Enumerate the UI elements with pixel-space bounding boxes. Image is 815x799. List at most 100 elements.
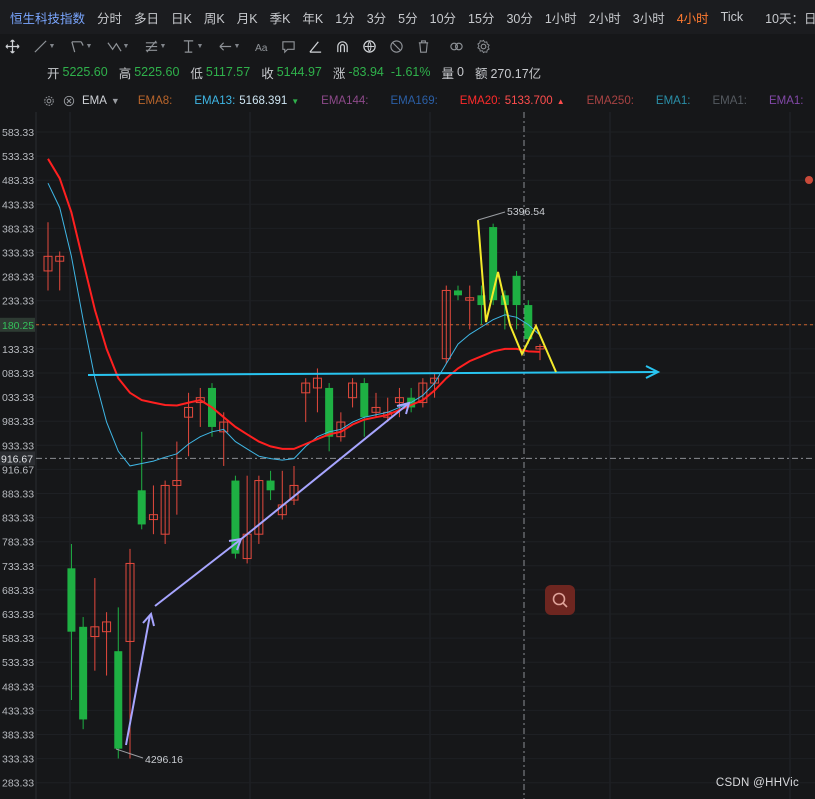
hide-icon[interactable] (384, 34, 408, 58)
change-value: -83.94 (348, 65, 384, 79)
change-pct-value: -1.61% (390, 65, 431, 79)
legend-item[interactable]: EMA1: (712, 95, 747, 107)
indicator-legend: EMA ▼ EMA8: EMA13: 5168.391 ▼ EMA144: EMA169:… (42, 93, 815, 109)
zigzag-icon[interactable]: ▼ (101, 34, 135, 58)
timeframe-tab-10[interactable]: 10分 (430, 8, 456, 27)
y-tick-label: 283.33 (2, 778, 34, 790)
candle-body (67, 568, 76, 632)
vertical-line-icon[interactable]: ▼ (175, 34, 209, 58)
legend-item[interactable]: EMA1: (656, 95, 691, 107)
zoom-search-button[interactable] (545, 585, 575, 615)
y-tick-label: 083.33 (2, 368, 34, 380)
chevron-down-icon[interactable]: ▼ (111, 96, 120, 106)
y-tick-label: 933.33 (2, 440, 34, 452)
legend-item[interactable]: EMA144: (321, 95, 368, 107)
legend-item[interactable]: EMA250: (587, 95, 634, 107)
amount-label: 额 (474, 66, 488, 81)
fib-icon[interactable]: ▼ (138, 34, 172, 58)
candle-body (325, 387, 334, 437)
low-label: 低 (190, 66, 203, 81)
timeframe-tab-13[interactable]: 1小时 (545, 8, 577, 27)
y-tick-label: 633.33 (2, 609, 34, 621)
open-value: 5225.60 (62, 65, 108, 79)
timeframe-tab-9[interactable]: 5分 (398, 8, 417, 27)
comment-icon[interactable] (276, 34, 300, 58)
y-tick-label: 483.33 (2, 175, 34, 187)
volume-value: 0 (456, 65, 464, 79)
legend-item[interactable]: EMA20: 5133.700 ▲ (460, 95, 565, 107)
settings-icon[interactable] (471, 34, 495, 58)
trash-icon[interactable] (411, 34, 435, 58)
y-tick-label: 233.33 (2, 296, 34, 308)
trend-up-icon: ▲ (556, 97, 565, 106)
timeframe-tab-17[interactable]: Tick (721, 10, 743, 24)
timeframe-tab-8[interactable]: 3分 (367, 8, 386, 27)
y-tick-label: 533.33 (2, 151, 34, 163)
y-tick-label: 533.33 (2, 657, 34, 669)
y-tick-label: 283.33 (2, 272, 34, 284)
candlestick-chart[interactable]: 583.33 533.33 483.33 433.33 383.33 333.33 283.… (0, 112, 815, 799)
candle-body (114, 651, 123, 749)
timeframe-tab-6[interactable]: 年K (302, 8, 323, 27)
high-label: 高 (118, 66, 132, 81)
arrow-icon[interactable]: ▼ (212, 34, 246, 58)
timeframe-tab-4[interactable]: 月K (237, 8, 258, 27)
y-tick-label: 433.33 (2, 199, 34, 211)
ruler-icon[interactable] (303, 34, 327, 58)
layers-icon[interactable] (357, 34, 381, 58)
trend-arrow (239, 403, 409, 541)
y-tick-label: 333.33 (2, 754, 34, 766)
y-tick-label: 333.33 (2, 248, 34, 260)
timeframe-tab-5[interactable]: 季K (270, 8, 291, 27)
indicator-name[interactable]: EMA (82, 95, 107, 107)
legend-item[interactable]: EMA169: (390, 95, 437, 107)
candle-body (512, 275, 521, 306)
alert-dot[interactable] (805, 176, 813, 184)
timeframe-tab-15[interactable]: 3小时 (633, 8, 665, 27)
text-icon[interactable]: Aa (249, 34, 273, 58)
candle-body (360, 383, 369, 418)
timeframe-tab-1[interactable]: 多日 (134, 8, 159, 27)
y-tick-label: 916.67 (2, 464, 34, 476)
timeframe-tab-0[interactable]: 分时 (97, 8, 122, 27)
crosshair-label: 916.67 (1, 453, 33, 465)
quote-line: 开 5225.60 高 5225.60 低 5117.57 收 5144.97 … (47, 63, 552, 81)
candle-body (266, 480, 275, 491)
close-value: 5144.97 (276, 65, 322, 79)
timeframe-tab-16[interactable]: 4小时 (677, 8, 709, 27)
y-tick-label: 683.33 (2, 585, 34, 597)
y-tick-label: 383.33 (2, 223, 34, 235)
annotation-leader (477, 211, 506, 221)
y-tick-label: 433.33 (2, 705, 34, 717)
magnet-icon[interactable] (330, 34, 354, 58)
legend-item[interactable]: EMA13: 5168.391 ▼ (194, 95, 299, 107)
high-value: 5225.60 (134, 65, 180, 79)
legend-item[interactable]: EMA8: (138, 95, 173, 107)
timeframe-tab-14[interactable]: 2小时 (589, 8, 621, 27)
y-tick-label: 033.33 (2, 392, 34, 404)
ema20-line (47, 158, 541, 450)
y-tick-label: 833.33 (2, 513, 34, 525)
volume-label: 量 (441, 66, 454, 81)
line-icon[interactable]: ▼ (27, 34, 61, 58)
range-selector[interactable]: 10天：日K (765, 8, 815, 27)
gear-icon[interactable] (42, 94, 56, 108)
timeframe-tab-2[interactable]: 日K (171, 8, 192, 27)
y-tick-label: 583.33 (2, 633, 34, 645)
timeframe-tab-12[interactable]: 30分 (506, 8, 532, 27)
y-tick-label: 383.33 (2, 730, 34, 742)
candle-body (79, 626, 88, 720)
timeframe-tab-11[interactable]: 15分 (468, 8, 494, 27)
amount-value: 270.17亿 (490, 66, 542, 81)
index-title[interactable]: 恒生科技指数 (10, 8, 85, 27)
close-icon[interactable] (62, 94, 76, 108)
channel-icon[interactable]: ▼ (64, 34, 98, 58)
timeframe-tab-3[interactable]: 周K (204, 8, 225, 27)
candle-body (454, 290, 462, 296)
crosshair-icon[interactable] (0, 34, 24, 58)
timeframe-tab-7[interactable]: 1分 (335, 8, 354, 27)
close-label: 收 (261, 66, 274, 81)
y-tick-label: 483.33 (2, 681, 34, 693)
legend-item[interactable]: EMA1: (769, 95, 804, 107)
link-icon[interactable] (444, 34, 468, 58)
